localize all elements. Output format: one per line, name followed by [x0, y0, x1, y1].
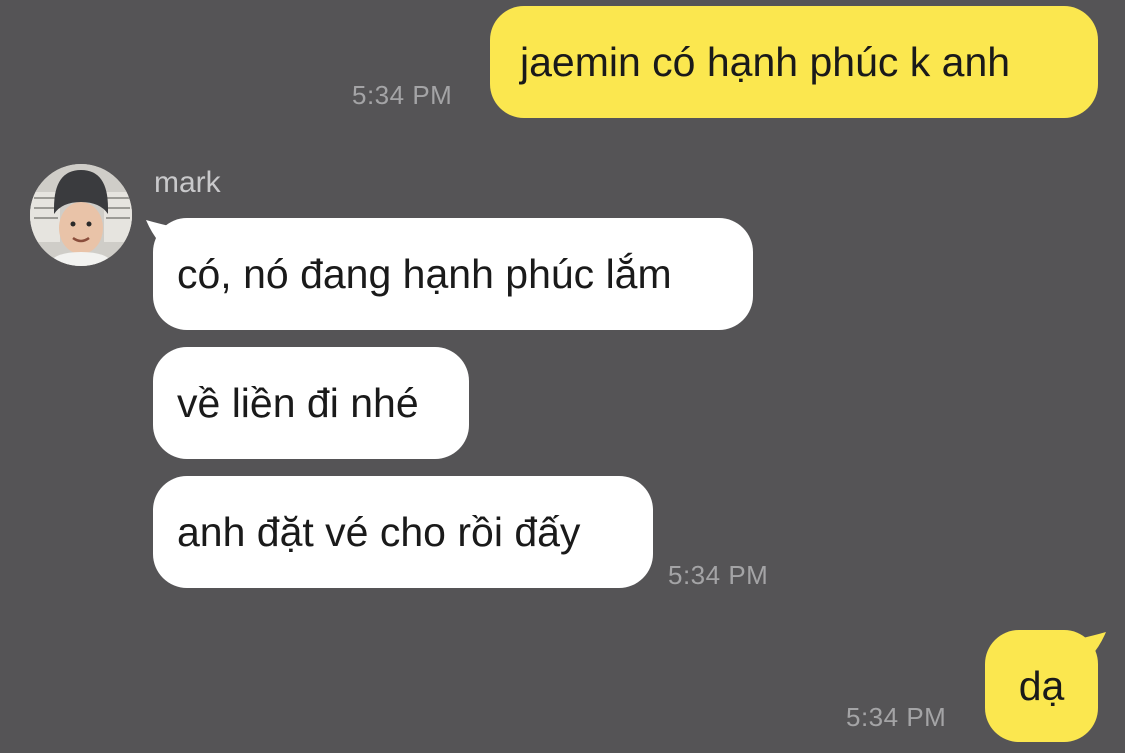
sender-avatar[interactable]	[30, 164, 132, 266]
outgoing-message-bubble[interactable]: dạ	[985, 630, 1098, 742]
incoming-message-bubble[interactable]: về liền đi nhé	[153, 347, 469, 459]
incoming-message-bubble[interactable]: có, nó đang hạnh phúc lắm	[153, 218, 753, 330]
sender-name: mark	[154, 166, 221, 199]
outgoing-message-bubble[interactable]: jaemin có hạnh phúc k anh	[490, 6, 1098, 118]
message-timestamp: 5:34 PM	[352, 80, 453, 110]
user-avatar-photo-icon	[30, 164, 132, 266]
incoming-message-bubble[interactable]: anh đặt vé cho rồi đấy	[153, 476, 653, 588]
chat-thread: 5:34 PM jaemin có hạnh phúc k anh mark c…	[0, 0, 1125, 753]
message-timestamp: 5:34 PM	[846, 702, 947, 732]
message-timestamp: 5:34 PM	[668, 560, 769, 590]
